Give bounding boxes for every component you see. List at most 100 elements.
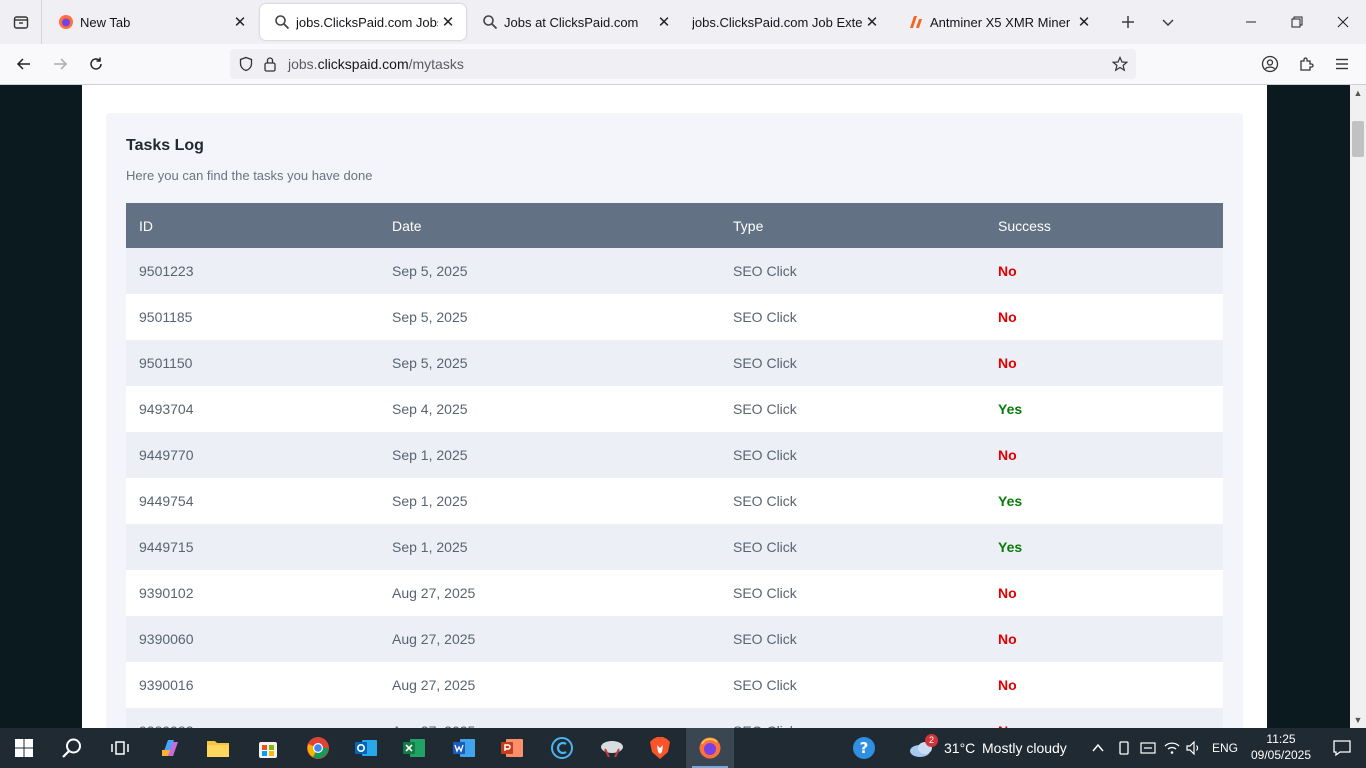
- table-row: 9390060 Aug 27, 2025 SEO Click No: [126, 616, 1223, 662]
- reload-button[interactable]: [80, 48, 112, 80]
- cell-date: Aug 27, 2025: [379, 662, 720, 708]
- back-arrow-icon: [16, 58, 30, 70]
- cell-id: 9501223: [126, 248, 379, 294]
- puzzle-icon: [1300, 57, 1314, 71]
- cell-id: 9501150: [126, 340, 379, 386]
- tab-list-button[interactable]: [0, 0, 42, 44]
- url-text[interactable]: jobs.clickspaid.com/mytasks: [288, 56, 1104, 72]
- bookmark-star-icon[interactable]: [1104, 49, 1136, 79]
- account-icon: [1261, 55, 1279, 73]
- taskbar-clock[interactable]: 11:25 09/05/2025: [1248, 731, 1314, 763]
- notifications-button[interactable]: [1318, 728, 1366, 768]
- cell-success: Yes: [985, 478, 1223, 524]
- cell-success: No: [985, 340, 1223, 386]
- new-tab-button[interactable]: [1108, 0, 1148, 44]
- cell-id: 9449770: [126, 432, 379, 478]
- scroll-down-icon[interactable]: ▼: [1350, 712, 1366, 728]
- lock-icon[interactable]: [258, 49, 282, 79]
- column-header-id: ID: [126, 203, 379, 248]
- navigation-toolbar: jobs.clickspaid.com/mytasks: [0, 44, 1366, 85]
- store-icon: [259, 742, 277, 758]
- tab-title: New Tab: [80, 14, 131, 30]
- taskbar-app[interactable]: [588, 728, 636, 768]
- weather-temperature[interactable]: 31°C: [944, 740, 975, 756]
- cell-date: Sep 1, 2025: [379, 524, 720, 570]
- menu-button[interactable]: [1326, 48, 1358, 80]
- taskbar-word[interactable]: [440, 728, 488, 768]
- cell-type: SEO Click: [720, 294, 985, 340]
- page-scrollbar[interactable]: ▲ ▼: [1350, 85, 1366, 728]
- cell-type: SEO Click: [720, 340, 985, 386]
- cell-date: Sep 5, 2025: [379, 248, 720, 294]
- start-button[interactable]: [0, 728, 48, 768]
- minimize-button[interactable]: [1228, 0, 1274, 44]
- extensions-button[interactable]: [1290, 48, 1322, 80]
- tab-bar: New Tab ✕ jobs.ClicksPaid.com Jobs Panel…: [0, 0, 1366, 44]
- url-domain: clickspaid.com: [317, 56, 409, 72]
- tray-device-button[interactable]: [1112, 728, 1136, 768]
- taskbar-file-explorer[interactable]: [194, 728, 242, 768]
- search-icon: [274, 14, 290, 30]
- tray-network-button[interactable]: [1160, 728, 1184, 768]
- taskbar-powerpoint[interactable]: [488, 728, 536, 768]
- language-indicator[interactable]: ENG: [1212, 741, 1238, 755]
- input-method-icon: [1140, 742, 1156, 754]
- tab-antminer[interactable]: Antminer X5 XMR Miner | Nic ✕: [894, 4, 1102, 40]
- cell-success: No: [985, 708, 1223, 728]
- cell-date: Aug 27, 2025: [379, 708, 720, 728]
- cell-date: Sep 4, 2025: [379, 386, 720, 432]
- windows-taskbar: ? 2 31°C Mostly cloudy ENG 11:25 09/05/2…: [0, 728, 1366, 768]
- close-tab-icon[interactable]: ✕: [230, 12, 250, 32]
- list-all-tabs-button[interactable]: [1148, 0, 1188, 44]
- close-window-button[interactable]: [1320, 0, 1366, 44]
- taskbar-brave[interactable]: [636, 728, 684, 768]
- taskbar-excel[interactable]: [390, 728, 438, 768]
- account-button[interactable]: [1254, 48, 1286, 80]
- taskbar-ccleaner[interactable]: [538, 728, 586, 768]
- cell-date: Sep 1, 2025: [379, 432, 720, 478]
- taskbar-outlook[interactable]: [342, 728, 390, 768]
- taskbar-chrome[interactable]: [294, 728, 342, 768]
- address-bar[interactable]: jobs.clickspaid.com/mytasks: [230, 49, 1136, 79]
- taskbar-search-button[interactable]: [48, 728, 96, 768]
- task-view-button[interactable]: [96, 728, 144, 768]
- tab-jobs-at-clickspaid[interactable]: Jobs at ClicksPaid.com ✕: [468, 4, 682, 40]
- tab-new-tab[interactable]: New Tab ✕: [44, 4, 258, 40]
- tab-job-extension[interactable]: jobs.ClicksPaid.com Job Extension ✕: [684, 4, 890, 40]
- cell-success: No: [985, 432, 1223, 478]
- tab-jobs-panel[interactable]: jobs.ClicksPaid.com Jobs Panel ✕: [260, 4, 466, 40]
- minimize-icon: [1246, 21, 1256, 23]
- cell-date: Aug 27, 2025: [379, 570, 720, 616]
- search-icon: [482, 14, 498, 30]
- device-icon: [1119, 741, 1129, 755]
- copilot-icon: [162, 740, 178, 756]
- back-button[interactable]: [8, 48, 40, 80]
- cell-success: No: [985, 248, 1223, 294]
- taskbar-firefox[interactable]: [686, 728, 734, 768]
- scrollbar-thumb[interactable]: [1352, 121, 1364, 157]
- scroll-up-icon[interactable]: ▲: [1350, 85, 1366, 101]
- close-tab-icon[interactable]: ✕: [1074, 12, 1094, 32]
- weather-badge: 2: [925, 734, 938, 747]
- cell-type: SEO Click: [720, 478, 985, 524]
- weather-description[interactable]: Mostly cloudy: [982, 740, 1067, 756]
- taskbar-help[interactable]: ?: [840, 728, 888, 768]
- tab-title: Antminer X5 XMR Miner | Nic: [930, 14, 1074, 30]
- close-tab-icon[interactable]: ✕: [862, 12, 882, 32]
- tray-input-method-button[interactable]: [1136, 728, 1160, 768]
- cell-date: Aug 27, 2025: [379, 616, 720, 662]
- forward-button[interactable]: [44, 48, 76, 80]
- close-tab-icon[interactable]: ✕: [438, 12, 458, 32]
- close-tab-icon[interactable]: ✕: [654, 12, 674, 32]
- notification-icon: [1333, 740, 1351, 757]
- tab-list-icon: [13, 16, 28, 29]
- show-hidden-icons-button[interactable]: [1086, 728, 1110, 768]
- weather-widget[interactable]: [902, 728, 942, 768]
- cell-id: 9449715: [126, 524, 379, 570]
- taskbar-store[interactable]: [244, 728, 292, 768]
- tray-volume-button[interactable]: [1182, 728, 1206, 768]
- taskbar-copilot[interactable]: [146, 728, 194, 768]
- cell-type: SEO Click: [720, 386, 985, 432]
- shield-icon[interactable]: [234, 49, 258, 79]
- restore-button[interactable]: [1274, 0, 1320, 44]
